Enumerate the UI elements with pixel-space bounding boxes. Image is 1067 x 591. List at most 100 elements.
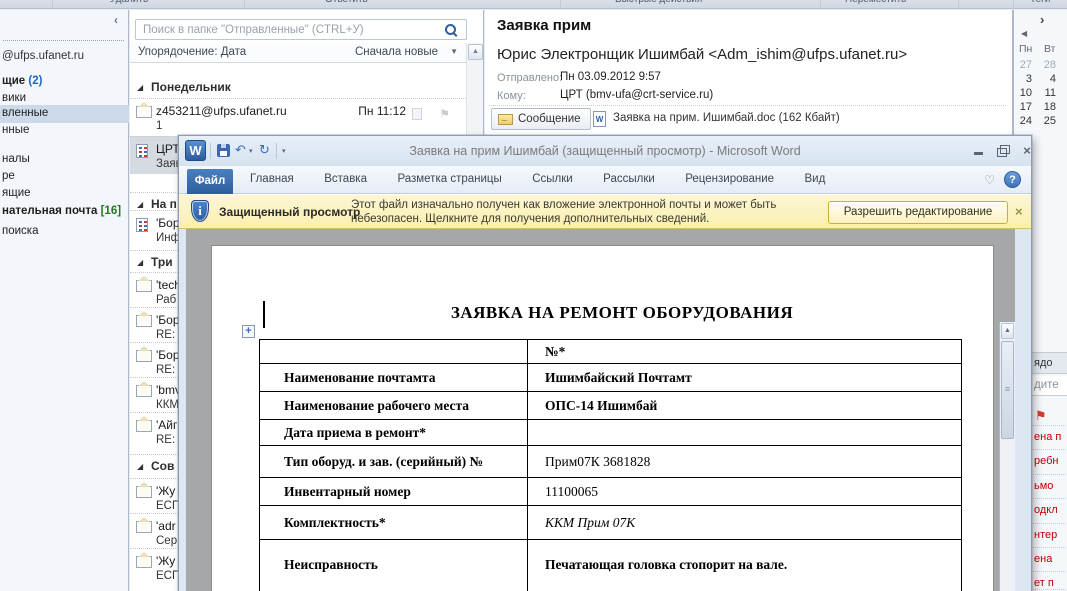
- email-row[interactable]: z453211@ufps.ufanet.ru Пн 11:12 ⚑ 1: [130, 98, 466, 136]
- envelope-open-icon: [136, 552, 152, 568]
- sent-value: Пн 03.09.2012 9:57: [560, 71, 661, 83]
- tab-mailings[interactable]: Рассылки: [590, 166, 668, 193]
- weekday-label: Вт: [1044, 43, 1056, 55]
- sidebar-item-search-folders[interactable]: поиска: [2, 225, 38, 237]
- tracking-icon: [136, 144, 148, 158]
- calendar-date[interactable]: 17: [1014, 101, 1032, 113]
- tab-home[interactable]: Главная: [237, 166, 307, 193]
- collapse-triangle-icon: ◢: [137, 83, 144, 92]
- envelope-open-icon: [136, 381, 152, 397]
- calendar-date[interactable]: 28: [1038, 59, 1056, 71]
- table-cell: Прим07К 3681828: [545, 453, 651, 469]
- minimize-button[interactable]: [969, 143, 989, 159]
- minimize-ribbon-icon[interactable]: ♡: [984, 173, 995, 187]
- attachment-item[interactable]: Заявка на прим. Ишимбай.doc (162 Кбайт): [613, 112, 840, 124]
- enable-editing-button[interactable]: Разрешить редактирование: [828, 201, 1008, 224]
- ribbon-group-move: Переместить: [845, 0, 906, 5]
- divider: [489, 105, 1006, 106]
- group-label: Сов: [151, 459, 175, 473]
- tab-insert[interactable]: Вставка: [311, 166, 380, 193]
- list-group-monday[interactable]: ◢ Понедельник: [130, 76, 466, 98]
- ribbon-tabs: Файл Главная Вставка Разметка страницы С…: [179, 166, 1031, 194]
- email-time: Пн 11:12: [358, 104, 406, 118]
- table-cell: Наименование почтамта: [260, 364, 528, 391]
- collapse-triangle-icon: ◢: [137, 200, 144, 209]
- sidebar-item-drafts[interactable]: вики: [2, 92, 26, 104]
- outlook-window: Удалить Ответить Быстрые действия Переме…: [0, 0, 1067, 591]
- calendar-date[interactable]: 10: [1014, 87, 1032, 99]
- sidebar-item-outbox[interactable]: ящие: [2, 187, 31, 199]
- envelope-open-icon: [136, 276, 152, 292]
- restore-button[interactable]: [993, 143, 1013, 159]
- search-box[interactable]: [135, 19, 467, 40]
- table-cell: ОПС-14 Ишимбай: [545, 397, 658, 413]
- group-label: Три: [151, 255, 173, 269]
- envelope-open-icon: [136, 311, 152, 327]
- sort-order-button[interactable]: Сначала новые: [355, 46, 438, 58]
- calendar-date[interactable]: 18: [1038, 101, 1056, 113]
- text-cursor: [263, 301, 265, 328]
- sort-header: Упорядочение: Дата Сначала новые ▼: [130, 43, 466, 63]
- ribbon-group-delete: Удалить: [110, 0, 148, 5]
- tab-review[interactable]: Рецензирование: [672, 166, 787, 193]
- calendar-date[interactable]: 27: [1014, 59, 1032, 71]
- sidebar-item-deleted[interactable]: нные: [2, 124, 29, 136]
- help-icon[interactable]: ?: [1004, 171, 1021, 188]
- scrollbar-thumb[interactable]: ≡: [1001, 341, 1014, 439]
- sidebar-item-rss[interactable]: налы: [2, 153, 30, 165]
- calendar-date[interactable]: 4: [1038, 73, 1056, 85]
- table-cell: Ишимбайский Почтамт: [545, 369, 692, 385]
- title-bar[interactable]: W ↶ ▾ ↻ ▾ Заявка на прим Ишимбай (защище…: [179, 136, 1031, 166]
- ribbon-group-tags: Теги: [1030, 0, 1050, 5]
- sidebar-item-other[interactable]: ре: [2, 170, 15, 182]
- group-label: Понедельник: [151, 80, 231, 94]
- email-preview: ЕСП: [156, 500, 181, 512]
- divider: [3, 40, 124, 41]
- email-sender: 'Жу: [156, 554, 176, 568]
- calendar-prev-icon[interactable]: ◀: [1021, 29, 1027, 38]
- calendar-date[interactable]: 24: [1014, 115, 1032, 127]
- account-header[interactable]: @ufps.ufanet.ru: [2, 50, 84, 62]
- group-label: На п: [151, 197, 177, 211]
- sent-label: Отправлено:: [497, 72, 563, 84]
- email-preview: RE:: [156, 434, 176, 446]
- tab-file[interactable]: Файл: [187, 169, 233, 194]
- window-title: Заявка на прим Ишимбай (защищенный просм…: [409, 144, 801, 158]
- envelope-icon: [498, 114, 513, 125]
- collapse-todo-icon[interactable]: ›: [1040, 12, 1044, 27]
- tab-references[interactable]: Ссылки: [519, 166, 586, 193]
- sidebar-item-sent[interactable]: вленные: [2, 107, 48, 119]
- search-icon[interactable]: [445, 24, 458, 37]
- protected-view-message: Этот файл изначально получен как вложени…: [351, 199, 777, 211]
- message-tab[interactable]: Сообщение: [491, 108, 591, 130]
- scrollbar[interactable]: ▲ ≡: [999, 322, 1015, 591]
- sort-by-button[interactable]: Упорядочение: Дата: [138, 46, 246, 58]
- flag-icon[interactable]: ⚑: [1035, 408, 1047, 424]
- word-doc-icon: W: [593, 111, 606, 127]
- envelope-open-icon: [136, 102, 152, 118]
- table-cell: ККМ Прим 07К: [545, 514, 636, 530]
- flag-outline-icon[interactable]: ⚑: [439, 107, 450, 121]
- table-row: Наименование рабочего места ОПС-14 Ишимб…: [260, 392, 961, 420]
- table-row: №*: [260, 340, 961, 364]
- table-row: Тип оборуд. и зав. (серийный) № Прим07К …: [260, 446, 961, 478]
- sidebar-item-inbox[interactable]: щие (2): [2, 75, 42, 87]
- tab-view[interactable]: Вид: [792, 166, 839, 193]
- table-cell: [260, 340, 528, 363]
- sidebar-item-junk[interactable]: нательная почта [16]: [2, 205, 121, 217]
- chevron-down-icon[interactable]: ▼: [450, 47, 458, 56]
- envelope-open-icon: [136, 482, 152, 498]
- ribbon-strip: Удалить Ответить Быстрые действия Переме…: [0, 0, 1067, 9]
- table-move-handle[interactable]: +: [242, 325, 255, 338]
- search-input[interactable]: [141, 22, 431, 37]
- calendar-date[interactable]: 25: [1038, 115, 1056, 127]
- close-button[interactable]: ×: [1017, 143, 1037, 159]
- close-icon[interactable]: ×: [1015, 204, 1023, 219]
- row-icons: ⚑: [412, 107, 452, 123]
- scroll-up-icon[interactable]: ▲: [1001, 323, 1014, 339]
- tab-page-layout[interactable]: Разметка страницы: [384, 166, 514, 193]
- collapse-pane-icon[interactable]: ‹: [114, 13, 118, 27]
- scroll-up-icon[interactable]: ▲: [468, 44, 483, 60]
- calendar-date[interactable]: 11: [1038, 87, 1056, 99]
- calendar-date[interactable]: 3: [1014, 73, 1032, 85]
